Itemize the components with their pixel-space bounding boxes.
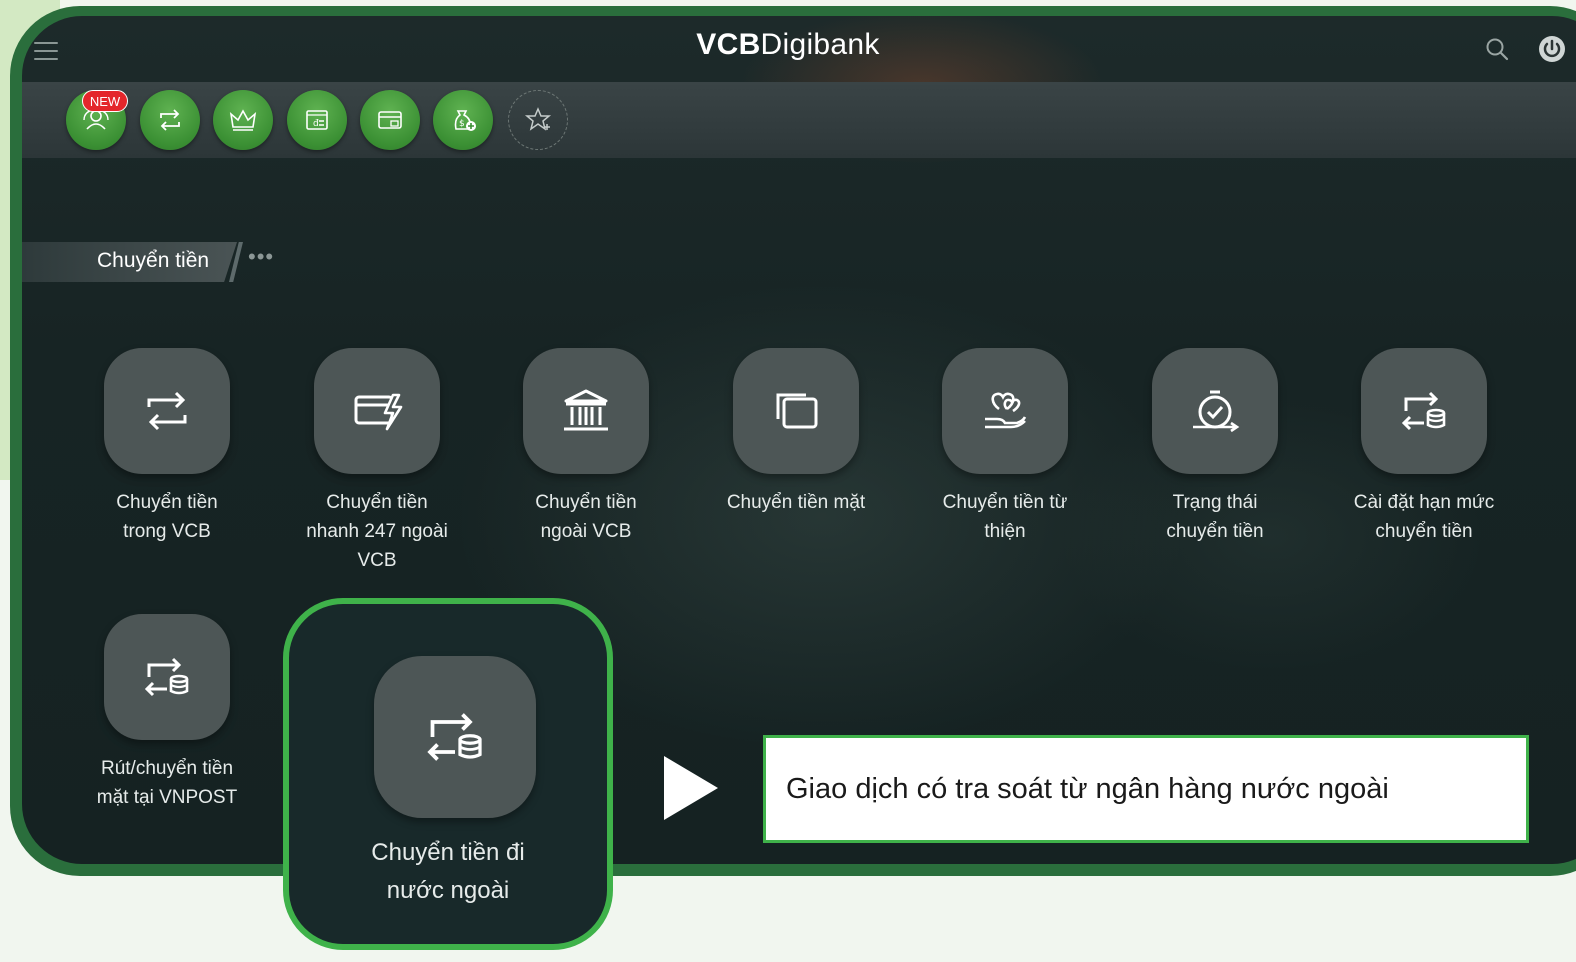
fast-card-icon[interactable] [314, 348, 440, 474]
service-napas-247[interactable]: Chuyển tiền nhanh 247 ngoài VCB [282, 348, 472, 575]
service-label-line-1: Chuyển tiền từ [942, 492, 1068, 513]
more-options-icon[interactable]: ••• [248, 244, 274, 270]
service-label-line-2: thiện [984, 521, 1026, 542]
power-icon[interactable] [1537, 34, 1567, 64]
callout-box: Giao dịch có tra soát từ ngân hàng nước … [763, 735, 1529, 843]
service-label-line-1: Trạng thái [1172, 492, 1258, 513]
service-label-line-1: Chuyển tiền mặt [726, 492, 866, 513]
service-transfer-within-vcb[interactable]: Chuyển tiền trong VCB [72, 348, 262, 546]
service-charity-transfer[interactable]: Chuyển tiền từ thiện [910, 348, 1100, 546]
svg-text:$: $ [459, 119, 465, 129]
transfer-icon[interactable] [140, 90, 200, 150]
service-label: Chuyển tiền nhanh 247 ngoài VCB [282, 488, 472, 575]
service-label-line-1: Rút/chuyển tiền [100, 758, 234, 779]
service-label-line-1: Cài đặt hạn mức [1353, 492, 1495, 513]
service-transfer-outside-vcb[interactable]: Chuyển tiền ngoài VCB [491, 348, 681, 546]
overseas-transfer-label-line-2: nước ngoài [386, 877, 510, 904]
service-label-line-2: ngoài VCB [540, 521, 632, 542]
service-vnpost-cash[interactable]: Rút/chuyển tiền mặt tại VNPOST [72, 614, 262, 812]
service-label-line-1: Chuyển tiền [116, 492, 218, 513]
highlighted-overseas-transfer[interactable]: Chuyển tiền đi nước ngoài [283, 598, 613, 950]
pointer-arrow-icon [664, 756, 718, 820]
service-label-line-2: chuyển tiền [1166, 521, 1264, 542]
cash-icon[interactable] [733, 348, 859, 474]
limit-coins-icon[interactable] [1361, 348, 1487, 474]
search-icon[interactable] [1484, 36, 1510, 62]
new-badge: NEW [82, 90, 128, 112]
service-label: Trạng thái chuyển tiền [1120, 488, 1310, 546]
quick-action-bar: đ $ [22, 82, 1576, 158]
callout-text: Giao dịch có tra soát từ ngân hàng nước … [786, 772, 1389, 805]
service-label-line-1: Chuyển tiền [326, 492, 428, 513]
service-label: Chuyển tiền mặt [701, 488, 891, 517]
service-limit-settings[interactable]: Cài đặt hạn mức chuyển tiền [1329, 348, 1519, 546]
charity-icon[interactable] [942, 348, 1068, 474]
service-cash-transfer[interactable]: Chuyển tiền mặt [701, 348, 891, 517]
service-label-line-2: mặt tại VNPOST [96, 787, 238, 808]
service-label-line-2: chuyển tiền [1375, 521, 1473, 542]
service-transfer-status[interactable]: Trạng thái chuyển tiền [1120, 348, 1310, 546]
svg-text:đ: đ [313, 119, 319, 129]
bill-icon[interactable]: đ [287, 90, 347, 150]
service-label: Rút/chuyển tiền mặt tại VNPOST [72, 754, 262, 812]
service-label: Chuyển tiền ngoài VCB [491, 488, 681, 546]
service-label-line-3: VCB [357, 550, 397, 571]
service-label: Chuyển tiền trong VCB [72, 488, 262, 546]
app-title: VCBDigibank [22, 28, 1554, 62]
crown-icon[interactable] [213, 90, 273, 150]
service-label: Cài đặt hạn mức chuyển tiền [1329, 488, 1519, 546]
top-bar: VCBDigibank [22, 16, 1576, 83]
app-title-brand: VCB [696, 28, 761, 61]
service-label: Chuyển tiền từ thiện [910, 488, 1100, 546]
card-icon[interactable] [360, 90, 420, 150]
overseas-transfer-label: Chuyển tiền đi nước ngoài [289, 834, 607, 910]
add-favorite-icon[interactable] [508, 90, 568, 150]
bank-icon[interactable] [523, 348, 649, 474]
service-label-line-2: nhanh 247 ngoài [306, 521, 448, 542]
service-label-line-2: trong VCB [123, 521, 211, 542]
transfer-arrows-icon[interactable] [104, 348, 230, 474]
section-title: Chuyển tiền [97, 249, 210, 272]
vnpost-coins-icon[interactable] [104, 614, 230, 740]
service-label-line-1: Chuyển tiền [535, 492, 637, 513]
app-title-product: Digibank [760, 28, 880, 61]
overseas-transfer-label-line-1: Chuyển tiền đi [371, 839, 525, 866]
savings-icon[interactable]: $ [433, 90, 493, 150]
status-clock-icon[interactable] [1152, 348, 1278, 474]
overseas-transfer-icon[interactable] [374, 656, 536, 818]
